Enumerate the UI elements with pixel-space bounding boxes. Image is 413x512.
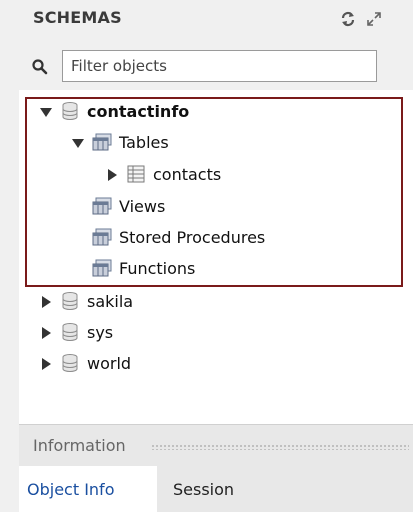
tree-item-label: world bbox=[87, 353, 132, 373]
tab-label: Session bbox=[173, 479, 235, 499]
schemas-panel: SCHEMAS Filter objects contactinfo Table… bbox=[0, 0, 413, 512]
table-icon bbox=[125, 163, 147, 185]
tab-session[interactable]: Session bbox=[165, 466, 242, 512]
tree-item-contacts[interactable]: contacts bbox=[105, 159, 221, 189]
tree-item-label: contactinfo bbox=[87, 101, 190, 121]
tree-item-views[interactable]: Views bbox=[91, 191, 165, 221]
schemas-header: SCHEMAS bbox=[19, 0, 413, 44]
information-title: Information bbox=[33, 436, 126, 455]
database-icon bbox=[59, 100, 81, 122]
tree-item-label: Tables bbox=[119, 132, 169, 152]
tree-item-sakila[interactable]: sakila bbox=[39, 286, 133, 316]
folder-views-icon bbox=[91, 195, 113, 217]
folder-procedures-icon bbox=[91, 226, 113, 248]
tree-item-label: contacts bbox=[153, 164, 222, 184]
chevron-right-icon[interactable] bbox=[39, 294, 53, 308]
panel-left-edge bbox=[0, 0, 19, 512]
chevron-right-icon[interactable] bbox=[39, 356, 53, 370]
chevron-down-icon[interactable] bbox=[71, 135, 85, 149]
tree-item-label: Views bbox=[119, 196, 166, 216]
info-tabs: Object Info Session bbox=[19, 466, 413, 512]
tree-item-world[interactable]: world bbox=[39, 348, 131, 378]
expand-icon[interactable] bbox=[365, 10, 383, 28]
tree-item-sys[interactable]: sys bbox=[39, 317, 113, 347]
tree-item-label: sys bbox=[87, 322, 114, 342]
search-icon bbox=[31, 58, 49, 76]
database-icon bbox=[59, 290, 81, 312]
tree-item-contactinfo[interactable]: contactinfo bbox=[39, 96, 189, 126]
tree-item-stored-procedures[interactable]: Stored Procedures bbox=[91, 222, 265, 252]
folder-tables-icon bbox=[91, 131, 113, 153]
refresh-icon[interactable] bbox=[339, 10, 357, 28]
folder-functions-icon bbox=[91, 257, 113, 279]
database-icon bbox=[59, 352, 81, 374]
chevron-right-icon[interactable] bbox=[105, 167, 119, 181]
schemas-title: SCHEMAS bbox=[33, 8, 122, 27]
information-header: Information bbox=[19, 424, 413, 467]
gripper-dots[interactable] bbox=[151, 444, 409, 450]
filter-objects-input[interactable] bbox=[62, 50, 377, 82]
chevron-right-icon[interactable] bbox=[39, 325, 53, 339]
schema-tree: contactinfo Tables contacts Views Stored… bbox=[19, 90, 413, 410]
tree-item-label: Stored Procedures bbox=[119, 227, 266, 247]
tree-item-label: sakila bbox=[87, 291, 134, 311]
panel-spacer bbox=[19, 410, 413, 424]
tree-item-functions[interactable]: Functions bbox=[91, 253, 195, 283]
tree-item-tables[interactable]: Tables bbox=[71, 127, 169, 157]
tree-item-label: Functions bbox=[119, 258, 196, 278]
tab-object-info[interactable]: Object Info bbox=[19, 466, 157, 512]
chevron-down-icon[interactable] bbox=[39, 104, 53, 118]
tab-label: Object Info bbox=[27, 479, 115, 499]
filter-row bbox=[19, 44, 413, 90]
database-icon bbox=[59, 321, 81, 343]
